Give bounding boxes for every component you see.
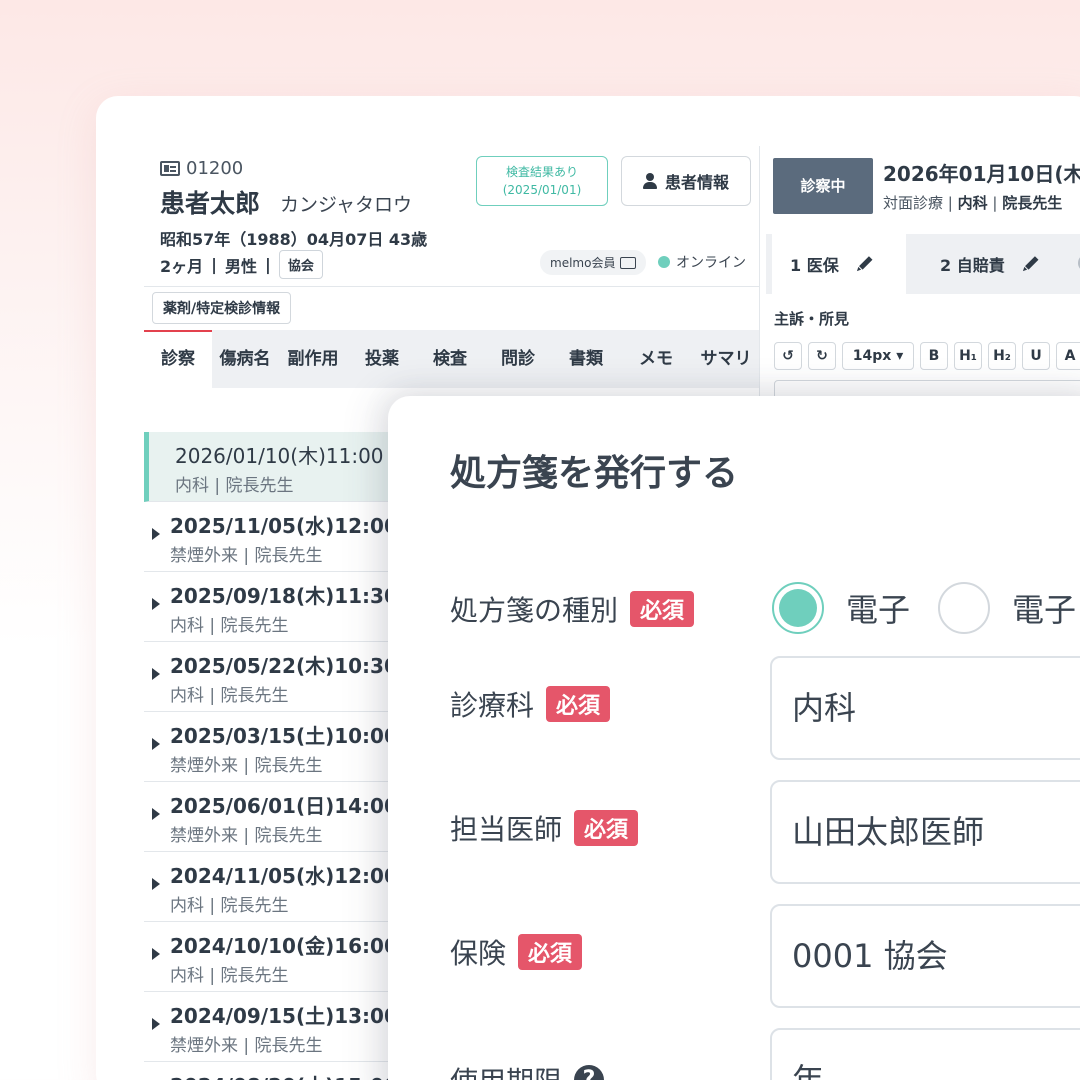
tab-insurance-auto-label: 2 自賠責 — [940, 256, 1005, 275]
pencil-icon[interactable] — [854, 254, 874, 274]
consult-date: 2026年01月10日(木 — [883, 162, 1080, 186]
card-icon — [620, 256, 637, 269]
radio-label: 電子 — [846, 591, 911, 629]
caret-right-icon — [152, 1018, 160, 1030]
tab-exam[interactable]: 検査 — [416, 330, 484, 388]
tab-memo[interactable]: メモ — [620, 330, 692, 388]
tab-insurance-auto[interactable]: 2 自賠責 — [926, 234, 1037, 294]
doctor-label: 担当医師 必須 — [450, 808, 639, 848]
meta-sep: | — [211, 255, 217, 274]
member-badge: melmo会員 — [540, 250, 647, 275]
undo-button[interactable]: ↺ — [774, 342, 802, 370]
required-badge: 必須 — [546, 686, 611, 722]
online-status-label: オンライン — [676, 255, 746, 271]
caret-right-icon — [152, 668, 160, 680]
sep: | — [947, 194, 958, 212]
tab-insurance-medical-label: 1 医保 — [790, 256, 839, 275]
meta-sep: | — [265, 255, 271, 274]
help-icon[interactable]: ? — [574, 1065, 605, 1080]
insurer-tag: 協会 — [278, 250, 323, 279]
tab-documents[interactable]: 書類 — [552, 330, 620, 388]
heading1-button[interactable]: H₁ — [954, 342, 982, 370]
patient-name: 患者太郎 — [160, 189, 261, 218]
doctor-select[interactable]: 山田太郎医師 — [770, 780, 1080, 884]
required-badge: 必須 — [630, 591, 695, 627]
person-icon — [642, 173, 657, 189]
caret-right-icon — [152, 808, 160, 820]
rx-type-label-text: 処方箋の種別 — [450, 594, 619, 627]
lab-result-label: 検査結果あり — [505, 165, 578, 179]
prescription-modal: 処方箋を発行する 処方箋の種別 必須 電子 電子 診療科 必須 内科 担当医師 … — [388, 396, 1080, 1080]
required-badge: 必須 — [574, 810, 639, 846]
pencil-icon[interactable] — [1020, 254, 1040, 274]
bold-button[interactable]: B — [920, 342, 948, 370]
patient-age-months: 2ヶ月 — [160, 256, 204, 276]
online-status: オンライン — [658, 252, 746, 272]
tab-summary[interactable]: サマリ — [692, 330, 760, 388]
caret-right-icon — [152, 948, 160, 960]
expiry-label-text: 使用期限 — [450, 1060, 562, 1080]
divider — [144, 286, 760, 287]
rx-type-label: 処方箋の種別 必須 — [450, 589, 695, 629]
patient-id: 01200 — [160, 158, 243, 179]
panel-divider — [759, 146, 760, 396]
insurance-label-text: 保険 — [450, 937, 507, 970]
dept-label: 診療科 必須 — [450, 684, 611, 724]
font-size-select[interactable]: 14px ▾ — [842, 342, 914, 370]
consult-status-badge: 診察中 — [773, 158, 873, 214]
caret-right-icon — [152, 598, 160, 610]
drug-info-button[interactable]: 薬剤/特定検診情報 — [152, 292, 292, 324]
heading2-button[interactable]: H₂ — [988, 342, 1016, 370]
required-badge: 必須 — [518, 934, 583, 970]
patient-id-value: 01200 — [186, 158, 244, 179]
consult-subinfo: 対面診療 | 内科 | 院長先生 — [883, 192, 1062, 213]
patient-info-button[interactable]: 患者情報 — [621, 156, 751, 206]
lab-result-date: (2025/01/01) — [502, 183, 582, 197]
caret-right-icon — [152, 738, 160, 750]
patient-gender: 男性 — [224, 256, 257, 276]
insurance-select[interactable]: 0001 協会 — [770, 904, 1080, 1008]
insurance-label: 保険 必須 — [450, 932, 583, 972]
complaint-label: 主訴・所見 — [774, 310, 850, 328]
tab-insurance-medical[interactable]: 1 医保 — [772, 234, 906, 294]
expiry-input[interactable]: 年 — [770, 1028, 1080, 1080]
consult-doctor: 院長先生 — [1002, 194, 1063, 212]
expiry-label: 使用期限 ? — [450, 1060, 605, 1080]
radio-rx-type-2[interactable] — [938, 582, 991, 634]
caret-right-icon — [152, 528, 160, 540]
tab-side-effect[interactable]: 副作用 — [278, 330, 348, 388]
underline-button[interactable]: U — [1022, 342, 1050, 370]
doctor-label-text: 担当医師 — [450, 813, 563, 846]
tab-diagnosis[interactable]: 傷病名 — [212, 330, 278, 388]
member-badge-label: melmo会員 — [550, 256, 616, 270]
patient-birth: 昭和57年（1988）04月07日 43歳 — [160, 230, 428, 249]
id-card-icon — [160, 161, 180, 176]
tab-medication[interactable]: 投薬 — [348, 330, 416, 388]
sep: | — [992, 194, 1003, 212]
text-color-button[interactable]: A — [1056, 342, 1080, 370]
radio-label: 電子 — [1012, 591, 1077, 629]
patient-kana: カンジャタロウ — [280, 194, 413, 216]
redo-button[interactable]: ↻ — [808, 342, 836, 370]
online-dot-icon — [658, 256, 670, 268]
lab-result-button[interactable]: 検査結果あり (2025/01/01) — [476, 156, 608, 206]
caret-right-icon — [152, 878, 160, 890]
patient-info-label: 患者情報 — [664, 173, 729, 192]
insurance-tabs: 1 医保 2 自賠責 — [766, 234, 1080, 294]
consult-dept: 内科 — [957, 194, 988, 212]
rx-type-radio-group: 電子 電子 — [772, 582, 1080, 634]
patient-meta: 2ヶ月 | 男性 | 協会 — [160, 250, 323, 279]
radio-rx-type-1[interactable] — [772, 582, 824, 634]
dept-label-text: 診療科 — [450, 689, 535, 722]
tab-consult[interactable]: 診察 — [144, 330, 212, 388]
editor-toolbar: ↺ ↻ 14px ▾ B H₁ H₂ U A — [774, 342, 1080, 370]
record-tabs: 診察 傷病名 副作用 投薬 検査 問診 書類 メモ サマリ — [144, 330, 760, 388]
dept-select[interactable]: 内科 — [770, 656, 1080, 760]
tab-interview[interactable]: 問診 — [484, 330, 552, 388]
consult-type: 対面診療 — [883, 194, 944, 212]
modal-title: 処方箋を発行する — [450, 453, 739, 494]
